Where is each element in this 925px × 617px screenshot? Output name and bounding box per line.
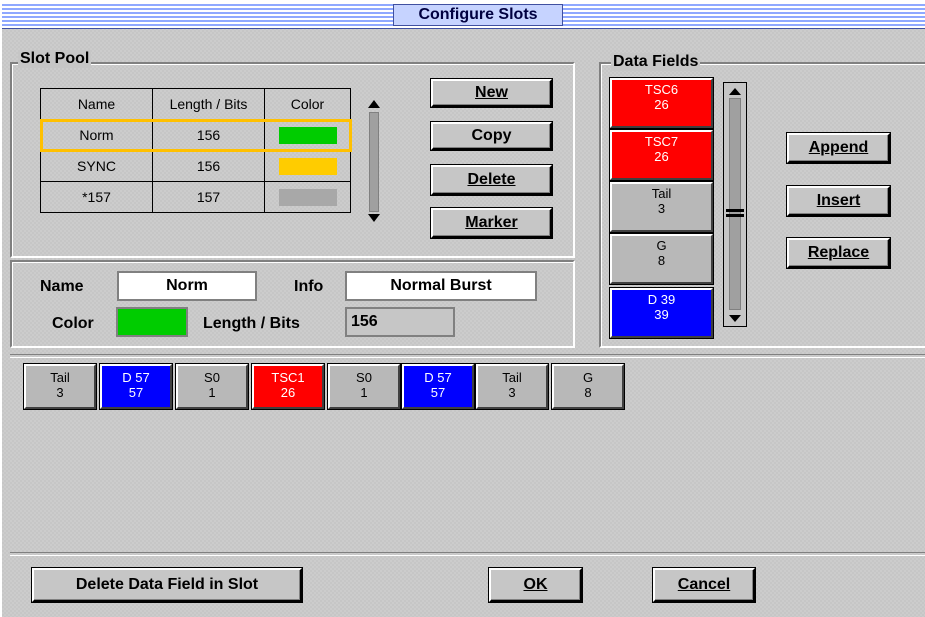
field-bits: 8 xyxy=(584,385,592,400)
data-fields-scroll-up-icon[interactable] xyxy=(729,88,741,95)
field-bits: 26 xyxy=(654,149,669,164)
color-swatch xyxy=(278,157,337,175)
append-button[interactable]: Append xyxy=(787,133,890,163)
insert-button[interactable]: Insert xyxy=(787,186,890,216)
slot-field-tile[interactable]: G8 xyxy=(552,364,624,409)
title-bar[interactable]: Configure Slots xyxy=(2,2,925,29)
field-bits: 3 xyxy=(657,201,666,216)
window-title: Configure Slots xyxy=(393,4,563,26)
data-fields-scroll-down-icon[interactable] xyxy=(729,315,741,322)
column-header-name: Name xyxy=(40,88,153,120)
slot-pool-table: Name Length / Bits Color Norm 156 SYNC 1… xyxy=(39,88,352,213)
replace-button[interactable]: Replace xyxy=(787,238,890,268)
field-bits: 26 xyxy=(280,385,296,400)
configure-slots-window: Configure Slots Slot Pool Name Length / … xyxy=(0,0,925,617)
info-label: Info xyxy=(294,278,324,295)
slot-pool-scroll-up-icon[interactable] xyxy=(368,100,380,108)
color-label: Color xyxy=(52,315,94,332)
color-swatch xyxy=(278,188,337,206)
slot-pool-label: Slot Pool xyxy=(18,50,92,68)
row-length-cell[interactable]: 157 xyxy=(152,181,265,213)
column-header-length: Length / Bits xyxy=(152,88,265,120)
new-button[interactable]: New xyxy=(431,79,552,107)
data-fields-scroll-track[interactable] xyxy=(729,98,741,310)
slot-field-tile[interactable]: TSC1 26 xyxy=(252,364,324,409)
field-name: Tail xyxy=(651,186,672,201)
name-label: Name xyxy=(40,278,84,295)
data-fields-scroll-thumb[interactable] xyxy=(726,209,744,217)
delete-button[interactable]: Delete xyxy=(431,165,552,195)
field-bits: 57 xyxy=(430,385,446,400)
field-bits: 57 xyxy=(128,385,144,400)
color-swatch xyxy=(278,126,337,144)
field-name: G xyxy=(656,238,667,253)
table-row[interactable]: SYNC 156 xyxy=(40,150,351,182)
field-name: Tail xyxy=(50,370,70,385)
row-color-cell[interactable] xyxy=(264,150,351,182)
table-row[interactable]: Norm 156 xyxy=(39,118,352,152)
row-name-cell[interactable]: Norm xyxy=(40,119,153,151)
slot-composition-divider xyxy=(10,354,925,358)
marker-button[interactable]: Marker xyxy=(431,208,552,238)
field-bits: 3 xyxy=(508,385,516,400)
data-field-tile[interactable]: D 39 39 xyxy=(610,288,713,338)
data-field-tile[interactable]: G8 xyxy=(610,234,713,284)
table-row[interactable]: *157 157 xyxy=(40,181,351,213)
field-name: TSC1 xyxy=(271,370,305,385)
field-name: D 39 xyxy=(647,292,676,307)
data-field-tile[interactable]: TSC6 26 xyxy=(610,78,713,128)
slot-field-tile[interactable]: S0 1 xyxy=(176,364,248,409)
length-label: Length / Bits xyxy=(203,315,300,332)
slot-field-tile[interactable]: S0 1 xyxy=(328,364,400,409)
data-field-tile[interactable]: Tail 3 xyxy=(610,182,713,232)
row-name-cell[interactable]: *157 xyxy=(40,181,153,213)
field-name: G xyxy=(582,370,594,385)
name-field[interactable]: Norm xyxy=(117,271,257,301)
copy-button[interactable]: Copy xyxy=(431,122,552,150)
row-length-cell[interactable]: 156 xyxy=(152,150,265,182)
row-color-cell[interactable] xyxy=(264,181,351,213)
column-header-color: Color xyxy=(264,88,351,120)
slot-pool-scroll-down-icon[interactable] xyxy=(368,214,380,222)
field-bits: 8 xyxy=(657,253,666,268)
field-name: TSC7 xyxy=(644,134,679,149)
field-bits: 1 xyxy=(360,385,368,400)
length-field: 156 xyxy=(345,307,455,337)
field-name: S0 xyxy=(204,370,220,385)
field-name: Tail xyxy=(502,370,522,385)
data-fields-label: Data Fields xyxy=(611,53,701,71)
slot-field-tile[interactable]: D 57 57 xyxy=(402,364,474,409)
field-bits: 39 xyxy=(654,307,669,322)
field-name: TSC6 xyxy=(644,82,679,97)
delete-data-field-button[interactable]: Delete Data Field in Slot xyxy=(32,568,302,602)
color-swatch-button[interactable] xyxy=(116,307,188,337)
cancel-button[interactable]: Cancel xyxy=(653,568,755,602)
row-color-cell[interactable] xyxy=(264,119,351,151)
field-name: S0 xyxy=(356,370,372,385)
table-header-row: Name Length / Bits Color xyxy=(40,88,351,120)
slot-field-tile[interactable]: Tail 3 xyxy=(24,364,96,409)
field-name: D 57 xyxy=(122,370,150,385)
info-field[interactable]: Normal Burst xyxy=(345,271,537,301)
row-name-cell[interactable]: SYNC xyxy=(40,150,153,182)
footer-divider xyxy=(10,552,925,556)
row-length-cell[interactable]: 156 xyxy=(152,119,265,151)
data-field-tile[interactable]: TSC7 26 xyxy=(610,130,713,180)
slot-field-tile[interactable]: Tail 3 xyxy=(476,364,548,409)
slot-pool-scrollbar[interactable] xyxy=(369,112,379,212)
field-bits: 1 xyxy=(208,385,216,400)
field-bits: 26 xyxy=(654,97,669,112)
field-bits: 3 xyxy=(56,385,64,400)
slot-field-tile[interactable]: D 57 57 xyxy=(100,364,172,409)
field-name: D 57 xyxy=(424,370,452,385)
ok-button[interactable]: OK xyxy=(489,568,582,602)
